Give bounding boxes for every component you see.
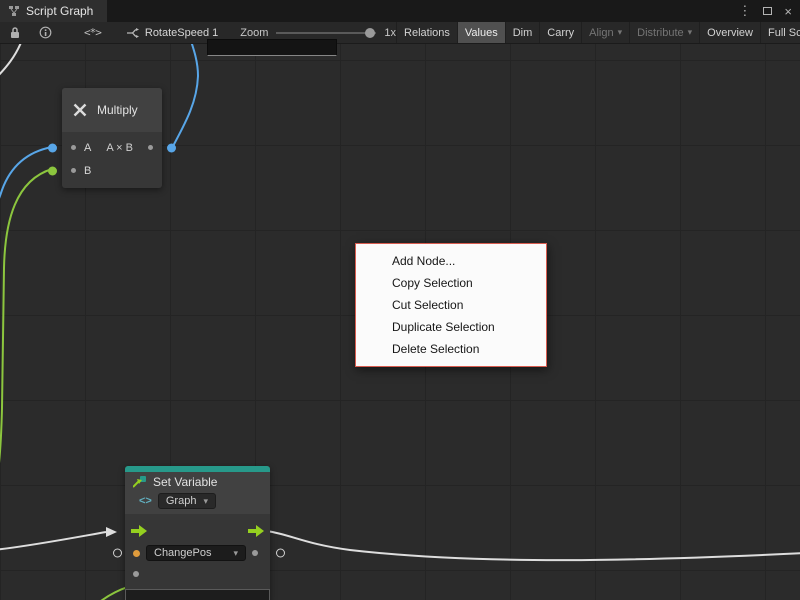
extra-input-port[interactable] [133,571,139,577]
chevron-down-icon: ▾ [203,497,208,506]
zoom-value: 1x [384,27,396,39]
multiply-node-header[interactable]: Multiply [62,88,162,132]
variable-output-port[interactable] [252,550,258,556]
scope-dropdown-value: Graph [166,495,197,507]
zoom-label: Zoom [240,27,268,39]
window-titlebar: Script Graph ⋮ × [0,0,800,22]
port-a-label: A [84,142,91,154]
graph-toolbar: <*> RotateSpeed 1 Zoom 1x Relations Valu… [0,22,800,44]
wire-endpoint-green [48,166,57,175]
menu-item-copy-selection[interactable]: Copy Selection [356,272,546,294]
value-wire-blue-right [172,44,198,148]
multiply-title: Multiply [97,103,138,117]
port-result-label: A × B [99,142,140,154]
values-label: Values [465,27,498,39]
dim-label: Dim [513,27,533,39]
flow-wire-arrowhead [106,527,117,537]
multiply-row-b: B [62,159,162,182]
dim-button[interactable]: Dim [505,22,540,44]
set-variable-header[interactable]: Set Variable <> Graph ▾ [125,472,270,514]
value-wire-blue-left [0,147,52,220]
lock-glyph [9,26,21,39]
overview-label: Overview [707,27,753,39]
scope-dropdown[interactable]: Graph ▾ [158,493,216,509]
values-button[interactable]: Values [457,22,505,44]
extra-port-row [125,564,270,584]
menu-item-duplicate-selection[interactable]: Duplicate Selection [356,316,546,338]
zoom-control: Zoom 1x [240,27,396,39]
set-variable-icon [133,476,147,488]
toolbar-button-group: Relations Values Dim Carry Align ▾ Distr… [396,22,800,44]
flow-output-arrow-icon[interactable] [248,525,264,537]
port-result-output[interactable] [148,145,153,150]
multiply-node[interactable]: Multiply A A × B B [62,88,162,188]
zoom-slider[interactable] [276,32,376,34]
flow-wire-in [0,532,106,550]
variable-input-port[interactable] [133,550,140,557]
set-variable-body: ChangePos ▾ [125,520,270,600]
flow-port-row [125,520,270,542]
carry-label: Carry [547,27,574,39]
align-label: Align [589,27,613,39]
embedded-value-field[interactable] [125,589,270,600]
overview-button[interactable]: Overview [699,22,760,44]
tab-script-graph[interactable]: Script Graph [0,0,107,22]
chevron-down-icon: ▾ [233,549,238,558]
wire-endpoint-blue [48,143,57,152]
port-b-label: B [84,165,91,177]
distribute-label: Distribute [637,27,683,39]
zoom-slider-thumb[interactable] [365,28,375,38]
multiply-icon [72,102,88,118]
multiply-node-body: A A × B B [62,132,162,188]
set-variable-title: Set Variable [153,475,217,489]
window-menu-icon[interactable]: ⋮ [738,3,751,19]
fullscreen-label: Full Screen [768,27,800,39]
api-icon[interactable]: <*> [75,22,110,43]
value-wire-green-long [0,169,52,514]
multiply-row-a: A A × B [62,136,162,159]
breadcrumb-label: RotateSpeed 1 [145,27,218,39]
relations-label: Relations [404,27,450,39]
graph-scope-icon: <> [139,495,152,507]
variable-dropdown-value: ChangePos [154,547,212,559]
tab-label: Script Graph [26,4,93,18]
info-icon[interactable] [30,22,61,43]
flow-wire-out [267,531,800,560]
maximize-icon[interactable] [763,7,772,15]
carry-button[interactable]: Carry [539,22,581,44]
menu-item-delete-selection[interactable]: Delete Selection [356,338,546,360]
relations-button[interactable]: Relations [396,22,457,44]
unconnected-port-ring-right[interactable] [276,549,285,558]
info-glyph [39,26,52,39]
graph-breadcrumb-icon [126,27,139,39]
variable-port-row: ChangePos ▾ [125,542,270,564]
wire-endpoint-blue [167,143,176,152]
toolbar-remnant-box [207,39,337,56]
script-graph-icon [8,5,20,17]
context-menu: Add Node... Copy Selection Cut Selection… [355,243,547,367]
lock-icon[interactable] [0,22,30,43]
api-glyph: <*> [84,26,101,39]
flow-input-arrow-icon[interactable] [131,525,147,537]
fullscreen-button[interactable]: Full Screen [760,22,800,44]
close-icon[interactable]: × [784,4,792,19]
unconnected-port-ring-left[interactable] [113,549,122,558]
align-button[interactable]: Align ▾ [581,22,629,44]
graph-canvas[interactable]: Multiply A A × B B [0,44,800,600]
flow-wire [0,44,22,80]
variable-dropdown[interactable]: ChangePos ▾ [146,545,246,561]
chevron-down-icon: ▾ [688,28,693,37]
distribute-button[interactable]: Distribute ▾ [629,22,699,44]
menu-item-cut-selection[interactable]: Cut Selection [356,294,546,316]
port-a-input[interactable] [71,145,76,150]
menu-item-add-node[interactable]: Add Node... [356,250,546,272]
set-variable-node[interactable]: Set Variable <> Graph ▾ [125,466,270,600]
window-controls: ⋮ × [738,3,800,19]
port-b-input[interactable] [71,168,76,173]
chevron-down-icon: ▾ [618,28,623,37]
